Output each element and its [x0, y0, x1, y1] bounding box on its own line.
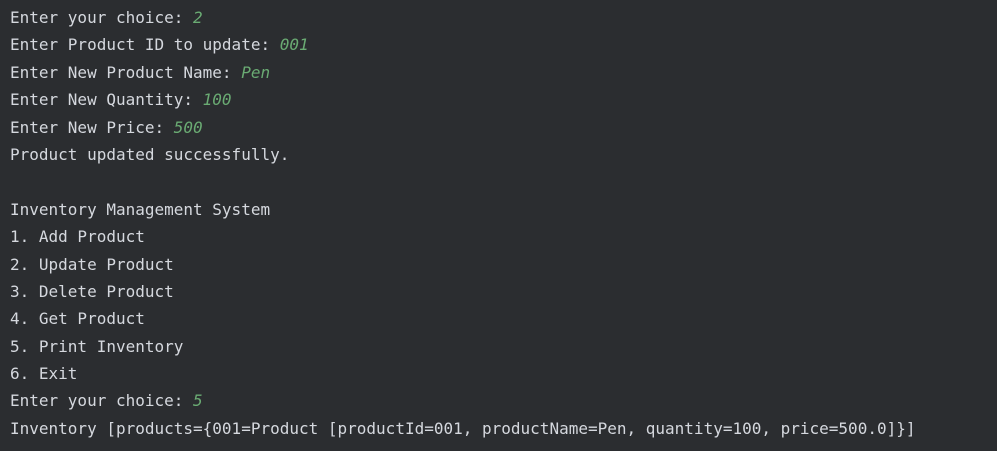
console-line: Inventory [products={001=Product [produc… — [10, 415, 997, 442]
menu-option: 1. Add Product — [10, 227, 145, 247]
console-line: Inventory Management System — [10, 196, 997, 223]
console-output: Enter your choice: 2 Enter Product ID to… — [0, 0, 997, 451]
console-line: Enter your choice: 5 — [10, 387, 997, 414]
console-line: Enter Product ID to update: 001 — [10, 31, 997, 58]
prompt-text: Enter your choice: — [10, 8, 194, 27]
user-input: Pen — [241, 62, 271, 82]
user-input: 100 — [202, 90, 232, 110]
output-text: Product updated successfully. — [10, 144, 290, 164]
menu-option: 2. Update Product — [10, 254, 174, 274]
console-line: Enter New Quantity: 100 — [10, 86, 997, 113]
prompt-text: Enter Product ID to update: — [10, 35, 280, 55]
menu-option: 6. Exit — [10, 364, 78, 384]
console-line: 1. Add Product — [10, 223, 997, 250]
console-line: 6. Exit — [10, 360, 997, 387]
prompt-text: Enter your choice: — [10, 391, 194, 411]
menu-option: 3. Delete Product — [10, 281, 174, 301]
inventory-output: Inventory [products={001=Product [produc… — [10, 418, 916, 438]
menu-option: 5. Print Inventory — [10, 336, 184, 356]
user-input: 2 — [193, 8, 203, 27]
console-line: 2. Update Product — [10, 251, 997, 278]
menu-option: 4. Get Product — [10, 309, 145, 329]
console-line: 3. Delete Product — [10, 278, 997, 305]
user-input: 5 — [193, 391, 203, 411]
console-line: Product updated successfully. — [10, 141, 997, 168]
user-input: 001 — [279, 35, 309, 55]
console-line: 5. Print Inventory — [10, 333, 997, 360]
menu-title: Inventory Management System — [10, 199, 271, 219]
console-line: Enter New Price: 500 — [10, 114, 997, 141]
console-line: Enter New Product Name: Pen — [10, 59, 997, 86]
console-line: 4. Get Product — [10, 305, 997, 332]
prompt-text: Enter New Product Name: — [10, 62, 242, 82]
user-input: 500 — [173, 117, 203, 137]
prompt-text: Enter New Price: — [10, 117, 174, 137]
prompt-text: Enter New Quantity: — [10, 90, 203, 110]
console-line: Enter your choice: 2 — [10, 4, 997, 31]
